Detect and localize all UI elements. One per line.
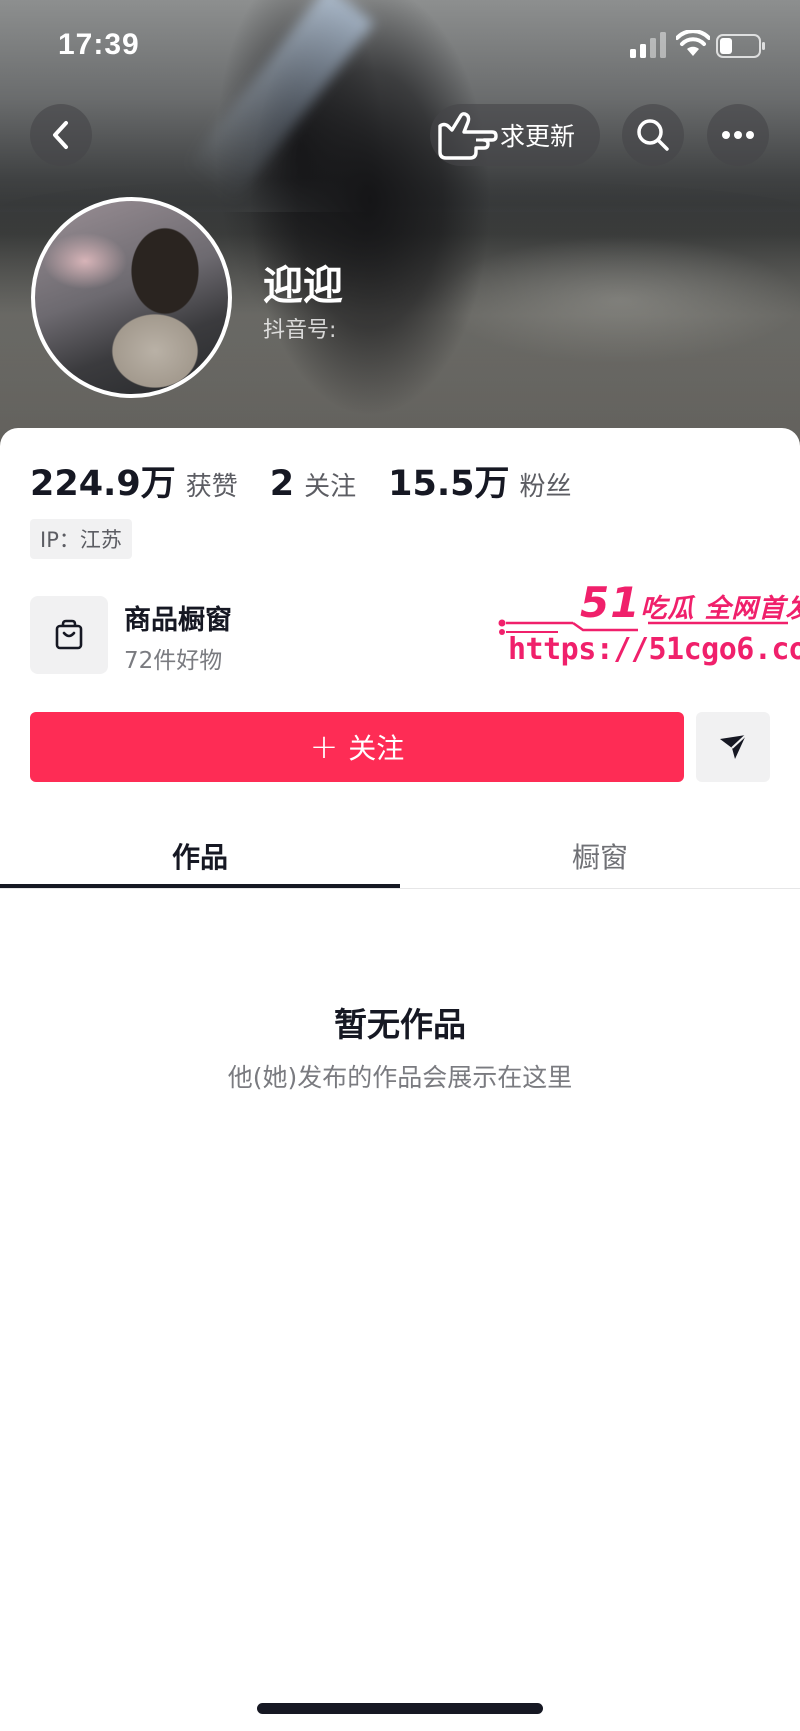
follow-button[interactable]: + 关注 [30,712,684,782]
followers-count[interactable]: 15.5万 [388,455,509,506]
status-bar: 17:39 [0,0,800,95]
following-label[interactable]: 关注 [304,466,356,503]
avatar[interactable] [31,197,232,398]
shopping-bag-icon [55,619,83,650]
profile-name: 迎迎 [263,263,343,309]
back-button[interactable] [30,104,92,166]
likes-label: 获赞 [185,472,238,502]
send-arrow-icon [720,734,747,759]
shop-window-title[interactable]: 商品橱窗 [124,598,232,637]
watermark-brand: 51吃瓜 全网首发 [580,578,800,627]
cellular-signal-icon [630,32,666,58]
watermark-brand-text: 吃瓜 全网首发 [640,594,800,624]
tab-divider [0,888,800,889]
follow-label: 关注 [348,732,405,765]
empty-state-title: 暂无作品 [334,1005,466,1044]
empty-state-subtitle: 他(她)发布的作品会展示在这里 [227,1063,573,1092]
tab-shop-window[interactable]: 橱窗 [400,826,800,886]
battery-icon [716,34,765,58]
profile-stats: 224.9万 获赞 2 关注 15.5万 粉丝 [30,455,603,505]
tab-works[interactable]: 作品 [0,826,400,886]
watermark-url: https://51cgo6.com [508,632,800,667]
watermark-brand-number: 51 [580,578,641,627]
search-button[interactable] [622,104,684,166]
search-icon [637,119,669,151]
home-indicator[interactable] [257,1703,543,1714]
plus-icon: + [309,727,339,767]
share-button[interactable] [696,712,770,782]
more-dots-icon [722,131,754,139]
shop-window-entry[interactable] [30,596,108,674]
request-update-label: 求更新 [500,122,576,151]
following-count[interactable]: 2 [270,464,294,504]
pointing-hand-icon [438,112,498,160]
ip-location-tag: IP：江苏 [30,519,132,559]
wifi-icon [676,30,710,56]
likes-count: 224.9万 [30,464,176,504]
status-time: 17:39 [58,28,140,61]
shop-window-count: 72件好物 [124,648,223,674]
more-options-button[interactable] [707,104,769,166]
chevron-left-icon [53,121,68,149]
followers-label[interactable]: 粉丝 [519,466,571,503]
douyin-id-label[interactable]: 抖音号: [263,312,336,344]
